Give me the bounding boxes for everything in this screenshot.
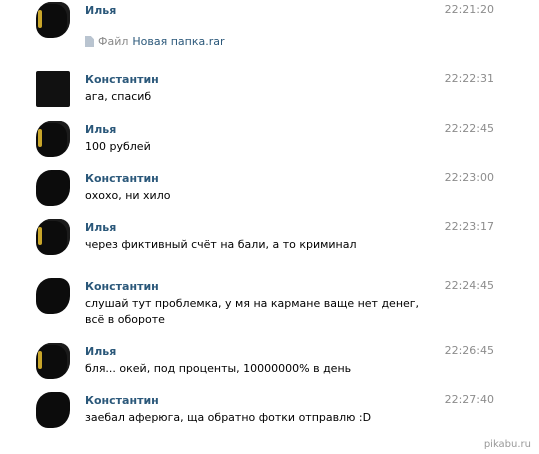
message-text: охохо, ни хило — [85, 189, 171, 202]
message-author[interactable]: Илья — [85, 221, 116, 234]
message-item: Константин 22:22:31 ага, спасиб — [0, 71, 539, 111]
avatar[interactable] — [36, 71, 70, 107]
avatar[interactable] — [36, 2, 70, 38]
message-text: заебал аферюга, ща обратно фотки отправл… — [85, 411, 372, 424]
attachment-label: Файл — [98, 35, 129, 48]
file-attachment[interactable]: Файл Новая папка.rar — [85, 35, 225, 48]
message-author[interactable]: Илья — [85, 123, 116, 136]
avatar[interactable] — [36, 343, 70, 379]
message-item: Илья 22:22:45 100 рублей — [0, 121, 539, 161]
message-time[interactable]: 22:26:45 — [445, 344, 494, 357]
message-text: через фиктивный счёт на бали, а то крими… — [85, 238, 357, 251]
file-icon — [85, 36, 94, 47]
message-time[interactable]: 22:27:40 — [445, 393, 494, 406]
avatar[interactable] — [36, 278, 70, 314]
message-time[interactable]: 22:23:17 — [445, 220, 494, 233]
message-text: 100 рублей — [85, 140, 151, 153]
message-item: Константин 22:27:40 заебал аферюга, ща о… — [0, 392, 539, 432]
message-author[interactable]: Константин — [85, 280, 159, 293]
message-text: слушай тут проблемка, у мя на кармане ва… — [85, 297, 420, 326]
message-time[interactable]: 22:21:20 — [445, 3, 494, 16]
message-author[interactable]: Константин — [85, 172, 159, 185]
message-item: Константин 22:24:45 слушай тут проблемка… — [0, 278, 539, 328]
message-author[interactable]: Константин — [85, 394, 159, 407]
message-time[interactable]: 22:22:45 — [445, 122, 494, 135]
avatar[interactable] — [36, 121, 70, 157]
message-time[interactable]: 22:23:00 — [445, 171, 494, 184]
message-item: Илья 22:23:17 через фиктивный счёт на ба… — [0, 219, 539, 259]
message-author[interactable]: Илья — [85, 345, 116, 358]
watermark: pikabu.ru — [483, 439, 531, 450]
message-text: бля... окей, под проценты, 10000000% в д… — [85, 362, 352, 375]
message-time[interactable]: 22:24:45 — [445, 279, 494, 292]
message-text: ага, спасиб — [85, 90, 152, 103]
message-item: Илья 22:21:20 Файл Новая папка.rar — [0, 2, 539, 52]
attachment-filename[interactable]: Новая папка.rar — [132, 35, 224, 48]
message-item: Константин 22:23:00 охохо, ни хило — [0, 170, 539, 210]
chat-history: Илья 22:21:20 Файл Новая папка.rar Конст… — [0, 0, 539, 454]
avatar[interactable] — [36, 219, 70, 255]
message-author[interactable]: Константин — [85, 73, 159, 86]
avatar[interactable] — [36, 170, 70, 206]
message-author[interactable]: Илья — [85, 4, 116, 17]
message-time[interactable]: 22:22:31 — [445, 72, 494, 85]
avatar[interactable] — [36, 392, 70, 428]
message-item: Илья 22:26:45 бля... окей, под проценты,… — [0, 343, 539, 383]
